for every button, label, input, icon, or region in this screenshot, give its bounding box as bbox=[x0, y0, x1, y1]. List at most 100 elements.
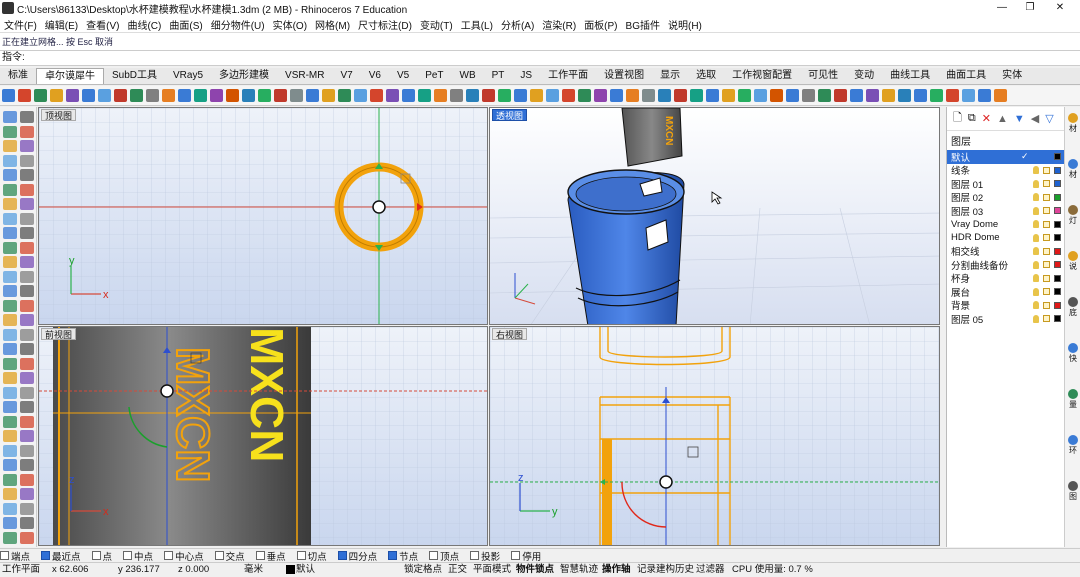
osnap-option[interactable]: 节点 bbox=[388, 549, 418, 563]
left-tool-icon[interactable] bbox=[3, 357, 17, 370]
osnap-option[interactable]: 端点 bbox=[0, 549, 30, 563]
filter-icon[interactable]: ▽ bbox=[1045, 112, 1053, 125]
left-tool-icon[interactable] bbox=[3, 386, 17, 399]
left-tool-icon[interactable] bbox=[20, 343, 34, 355]
layer-color-swatch[interactable] bbox=[1054, 220, 1061, 228]
toolbar-tool-icon[interactable] bbox=[498, 89, 511, 102]
toolbar-tool-icon[interactable] bbox=[450, 89, 463, 102]
layer-row[interactable]: 默认 ✓ bbox=[947, 150, 1064, 164]
layer-row[interactable]: Vray Dome bbox=[947, 218, 1064, 232]
osnap-option[interactable]: 点 bbox=[91, 549, 112, 563]
left-tool-icon[interactable] bbox=[20, 111, 34, 123]
viewport-front[interactable]: 前视图 MXCN MXCN x z bbox=[38, 326, 488, 546]
layer-color-swatch[interactable] bbox=[1054, 247, 1061, 255]
toolbar-tool-icon[interactable] bbox=[434, 89, 447, 102]
tab-16[interactable]: 选取 bbox=[688, 68, 724, 84]
status-gumball[interactable]: 操作轴 bbox=[602, 563, 631, 577]
visibility-bulb-icon[interactable] bbox=[1033, 287, 1039, 296]
left-tool-icon[interactable] bbox=[20, 386, 34, 399]
tab-2[interactable]: SubD工具 bbox=[104, 68, 165, 84]
lock-icon[interactable] bbox=[1043, 274, 1050, 282]
lock-icon[interactable] bbox=[1043, 193, 1050, 201]
viewport-label-perspective[interactable]: 透视图 bbox=[492, 109, 528, 121]
left-tool-icon[interactable] bbox=[20, 444, 34, 457]
menu-item-1[interactable]: 编辑(E) bbox=[41, 17, 82, 32]
menu-item-7[interactable]: 网格(M) bbox=[311, 17, 354, 32]
toolbar-tool-icon[interactable] bbox=[626, 89, 639, 102]
osnap-option[interactable]: 交点 bbox=[214, 549, 245, 563]
toolbar-tool-icon[interactable] bbox=[706, 89, 719, 102]
toolbar-tool-icon[interactable] bbox=[658, 89, 671, 102]
left-tool-icon[interactable] bbox=[3, 299, 17, 312]
tab-22[interactable]: 实体 bbox=[994, 68, 1030, 84]
visibility-bulb-icon[interactable] bbox=[1033, 220, 1039, 229]
left-tool-icon[interactable] bbox=[3, 372, 17, 384]
left-tool-icon[interactable] bbox=[20, 372, 34, 384]
left-tool-icon[interactable] bbox=[3, 125, 17, 138]
left-tool-icon[interactable] bbox=[20, 270, 34, 283]
status-cplane[interactable]: 工作平面 bbox=[2, 563, 40, 577]
osnap-checkbox[interactable] bbox=[164, 551, 174, 560]
toolbar-tool-icon[interactable] bbox=[914, 89, 927, 102]
layer-row[interactable]: 图层 03 bbox=[947, 204, 1064, 218]
left-tool-icon[interactable] bbox=[3, 517, 17, 529]
toolbar-tool-icon[interactable] bbox=[306, 89, 319, 102]
toolbar-tool-icon[interactable] bbox=[946, 89, 959, 102]
toolbar-tool-icon[interactable] bbox=[210, 89, 223, 102]
toolbar-tool-icon[interactable] bbox=[338, 89, 351, 102]
toolbar-tool-icon[interactable] bbox=[770, 89, 783, 102]
left-tool-icon[interactable] bbox=[3, 285, 17, 297]
toolbar-tool-icon[interactable] bbox=[370, 89, 383, 102]
toolbar-tool-icon[interactable] bbox=[610, 89, 623, 102]
left-tool-icon[interactable] bbox=[20, 241, 34, 254]
toolbar-tool-icon[interactable] bbox=[162, 89, 175, 102]
visibility-bulb-icon[interactable] bbox=[1033, 247, 1039, 256]
tab-11[interactable]: PT bbox=[484, 68, 513, 84]
lock-icon[interactable] bbox=[1043, 180, 1050, 188]
layer-row[interactable]: 展台 bbox=[947, 285, 1064, 299]
left-tool-icon[interactable] bbox=[20, 357, 34, 370]
left-tool-icon[interactable] bbox=[20, 299, 34, 312]
toolbar-tool-icon[interactable] bbox=[466, 89, 479, 102]
lock-icon[interactable] bbox=[1043, 247, 1050, 255]
toolbar-tool-icon[interactable] bbox=[354, 89, 367, 102]
status-layer[interactable]: 默认 bbox=[296, 563, 315, 577]
toolbar-tool-icon[interactable] bbox=[482, 89, 495, 102]
toolbar-tool-icon[interactable] bbox=[82, 89, 95, 102]
command-prompt[interactable]: 指令: bbox=[0, 50, 1080, 66]
new-layer-icon[interactable]: 🗋 bbox=[953, 109, 962, 128]
toolbar-tool-icon[interactable] bbox=[562, 89, 575, 102]
layer-color-swatch[interactable] bbox=[1054, 274, 1061, 282]
side-tab-1[interactable]: 材 bbox=[1066, 159, 1080, 180]
osnap-option[interactable]: 四分点 bbox=[337, 549, 377, 563]
left-tool-icon[interactable] bbox=[20, 517, 34, 529]
visibility-bulb-icon[interactable] bbox=[1033, 193, 1039, 202]
toolbar-tool-icon[interactable] bbox=[722, 89, 735, 102]
lock-icon[interactable] bbox=[1043, 234, 1050, 242]
side-tab-8[interactable]: 图 bbox=[1066, 481, 1080, 502]
toolbar-tool-icon[interactable] bbox=[242, 89, 255, 102]
toolbar-tool-icon[interactable] bbox=[514, 89, 527, 102]
viewport-right[interactable]: 右视图 y z bbox=[489, 326, 940, 546]
tab-12[interactable]: JS bbox=[512, 68, 540, 84]
toolbar-tool-icon[interactable] bbox=[274, 89, 287, 102]
osnap-checkbox[interactable] bbox=[255, 551, 265, 560]
layer-color-swatch[interactable] bbox=[1054, 166, 1061, 174]
tab-0[interactable]: 标准 bbox=[0, 68, 36, 84]
toolbar-tool-icon[interactable] bbox=[386, 89, 399, 102]
side-tab-4[interactable]: 底 bbox=[1066, 297, 1080, 318]
viewport-perspective[interactable]: 透视图 MXCN bbox=[489, 107, 940, 325]
osnap-checkbox[interactable] bbox=[511, 551, 521, 560]
toolbar-tool-icon[interactable] bbox=[850, 89, 863, 102]
left-tool-icon[interactable] bbox=[20, 183, 34, 196]
layer-color-swatch[interactable] bbox=[1054, 193, 1061, 201]
left-tool-icon[interactable] bbox=[20, 140, 34, 152]
left-tool-icon[interactable] bbox=[3, 401, 17, 413]
toolbar-tool-icon[interactable] bbox=[2, 89, 15, 102]
move-down-icon[interactable]: ▼ bbox=[1014, 113, 1025, 125]
tab-18[interactable]: 可见性 bbox=[800, 68, 846, 84]
toolbar-tool-icon[interactable] bbox=[290, 89, 303, 102]
side-tab-3[interactable]: 说 bbox=[1066, 251, 1080, 272]
viewport-label-right[interactable]: 右视图 bbox=[492, 328, 528, 340]
toolbar-tool-icon[interactable] bbox=[50, 89, 63, 102]
